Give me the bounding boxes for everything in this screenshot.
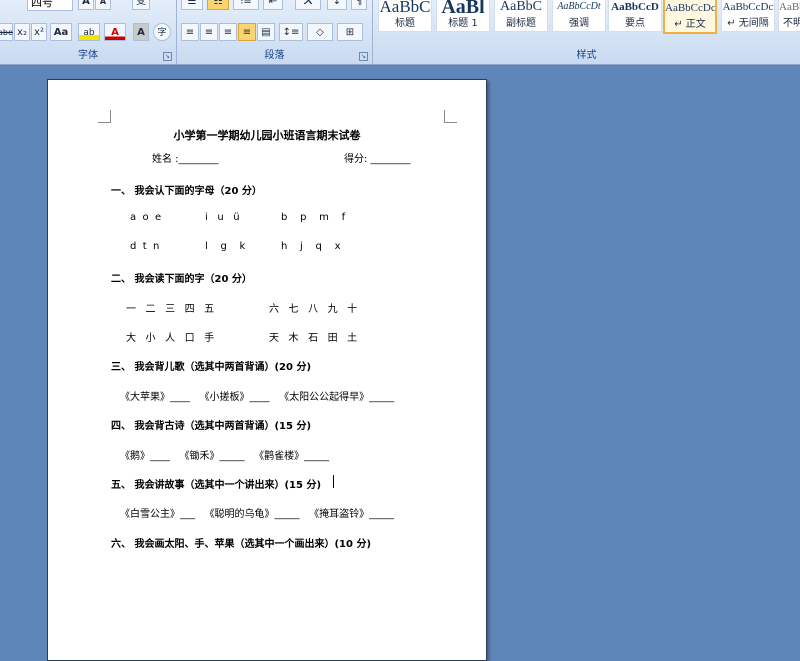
chinese-layout-button[interactable]: ㄨ	[295, 0, 321, 10]
font-dialog-launcher-icon[interactable]: ↘	[163, 52, 172, 61]
style-name: ↵ 无间隔	[727, 18, 769, 29]
superscript-button[interactable]: x²	[31, 23, 47, 41]
align-right-button[interactable]: ≡	[219, 23, 237, 41]
style-name: 标题	[395, 18, 415, 29]
style-name: 要点	[625, 18, 645, 29]
letter-group: l g k	[205, 241, 246, 252]
character-group: 六 七 八 九 十	[269, 304, 358, 315]
borders-button[interactable]: ⊞	[337, 23, 363, 41]
style-subtle[interactable]: AaBbCc 不明	[778, 0, 800, 32]
bullets-button[interactable]: ☰	[181, 0, 203, 10]
grow-font-button[interactable]: A	[78, 0, 94, 10]
subscript-button[interactable]: x₂	[14, 23, 30, 41]
ribbon: 四号 A A 变 abe x₂ x² Aa ab A A 字 字体 ↘ ☰ ☷ …	[0, 0, 800, 65]
shrink-font-button[interactable]: A	[95, 0, 111, 10]
font-group-label: 字体	[78, 50, 98, 61]
character-group: 大 小 人 口 手	[126, 333, 215, 344]
paragraph-dialog-launcher-icon[interactable]: ↘	[359, 52, 368, 61]
strikethrough-button[interactable]: abe	[0, 23, 13, 41]
change-case-icon[interactable]: 变	[132, 0, 150, 10]
style-name: 副标题	[506, 18, 536, 29]
letter-group: i u ü	[205, 212, 240, 223]
styles-gallery: AaBbC 标题 AaBl 标题 1 AaBbC 副标题 AaBbCcDt 强调…	[376, 0, 800, 36]
justify-button[interactable]: ≡	[238, 23, 256, 41]
styles-group-label: 样式	[576, 50, 597, 61]
align-center-button[interactable]: ≡	[200, 23, 218, 41]
style-heading-1[interactable]: AaBl 标题 1	[436, 0, 490, 32]
crop-mark-top-right	[444, 110, 457, 123]
decrease-indent-button[interactable]: ⇤	[263, 0, 283, 10]
text-cursor	[333, 475, 334, 488]
letter-group: b p m f	[281, 212, 346, 223]
character-shading-button[interactable]: A	[133, 23, 149, 41]
section-heading: 一、 我会认下面的字母（20 分）	[111, 186, 262, 197]
style-name: 强调	[569, 18, 589, 29]
style-sample: AaBbCcDt	[557, 1, 601, 12]
highlight-button[interactable]: ab	[78, 23, 100, 41]
distributed-button[interactable]: ▤	[257, 23, 275, 41]
letter-group: h j q x	[281, 241, 341, 252]
name-field: 姓名 :________	[152, 154, 219, 165]
align-left-button[interactable]: ≡	[181, 23, 199, 41]
letter-group: d t n	[130, 241, 160, 252]
style-emphasis[interactable]: AaBbCcDt 强调	[552, 0, 606, 32]
enclose-character-button[interactable]: 字	[153, 23, 171, 41]
document-page[interactable]: 小学第一学期幼儿园小班语言期末试卷 姓名 :________ 得分: _____…	[47, 79, 487, 661]
multilevel-list-button[interactable]: ⁝≡	[233, 0, 259, 10]
change-case-button[interactable]: Aa	[50, 23, 72, 41]
paragraph-group-label: 段落	[264, 50, 285, 61]
shading-button[interactable]: ◇	[307, 23, 333, 41]
style-normal[interactable]: AaBbCcDc ↵ 正文	[663, 0, 717, 34]
style-no-spacing[interactable]: AaBbCcDc ↵ 无间隔	[721, 0, 775, 32]
style-sample: AaBbCcD	[611, 1, 659, 13]
section-heading: 五、 我会讲故事（选其中一个讲出来）(15 分)	[111, 480, 322, 491]
style-strong[interactable]: AaBbCcD 要点	[608, 0, 662, 32]
answer-line: 《白雪公主》___ 《聪明的乌龟》_____ 《掩耳盗铃》_____	[120, 509, 395, 520]
section-heading: 四、 我会背古诗（选其中两首背诵）(15 分)	[111, 421, 312, 432]
section-heading: 二、 我会读下面的字（20 分）	[111, 274, 252, 285]
section-heading: 六、 我会画太阳、手、苹果（选其中一个画出来）(10 分)	[111, 539, 372, 550]
font-group: 四号 A A 变 abe x₂ x² Aa ab A A 字 字体 ↘	[0, 0, 177, 64]
style-sample: AaBbC	[500, 0, 542, 14]
font-color-button[interactable]: A	[104, 23, 126, 41]
character-group: 天 木 石 田 土	[269, 333, 358, 344]
style-sample: AaBbC	[379, 0, 431, 16]
letter-group: a o e	[130, 212, 162, 223]
font-size-select[interactable]: 四号	[27, 0, 73, 11]
style-name: 不明	[783, 18, 800, 29]
paragraph-group: ☰ ☷ ⁝≡ ⇤ ㄨ ↓ ¶ ≡ ≡ ≡ ≡ ▤ ↕≡ ◇ ⊞ 段落 ↘	[177, 0, 373, 64]
sort-button[interactable]: ↓	[327, 0, 347, 10]
style-name: ↵ 正文	[674, 19, 706, 30]
numbering-button[interactable]: ☷	[207, 0, 229, 10]
answer-line: 《鹅》____ 《锄禾》_____ 《鹳雀楼》_____	[120, 451, 330, 462]
style-title[interactable]: AaBbC 标题	[378, 0, 432, 32]
style-subtitle[interactable]: AaBbC 副标题	[494, 0, 548, 32]
style-name: 标题 1	[448, 18, 478, 29]
style-sample: AaBbCcDc	[665, 2, 716, 14]
answer-line: 《大苹果》____ 《小搓板》____ 《太阳公公起得早》_____	[120, 392, 395, 403]
score-field: 得分: ________	[344, 154, 411, 165]
style-sample: AaBbCcDc	[722, 1, 774, 13]
style-sample: AaBl	[441, 0, 485, 18]
line-spacing-button[interactable]: ↕≡	[279, 23, 303, 41]
section-heading: 三、 我会背儿歌（选其中两首背诵）(20 分)	[111, 362, 312, 373]
document-title: 小学第一学期幼儿园小班语言期末试卷	[173, 129, 361, 142]
crop-mark-top-left	[98, 110, 111, 123]
show-marks-button[interactable]: ¶	[351, 0, 367, 10]
style-sample: AaBbCc	[779, 1, 800, 13]
character-group: 一 二 三 四 五	[126, 304, 215, 315]
